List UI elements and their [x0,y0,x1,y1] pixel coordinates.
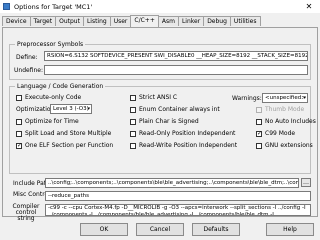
options-dialog: Options for Target 'MC1' ✕ Device Target… [0,0,320,240]
help-button[interactable]: Help [266,223,314,236]
execute-only-box[interactable] [16,94,22,101]
tab-utilities[interactable]: Utilities [229,16,261,26]
strict-ansi-box[interactable] [130,94,136,101]
tab-device[interactable]: Device [2,16,31,26]
tab-asm[interactable]: Asm [157,16,179,26]
c99-mode-box[interactable] [256,130,262,137]
compiler-string-input: -c99 -c --cpu Cortex-M4.fp -D__MICROLIB … [45,204,311,216]
window-title: Options for Target 'MC1' [14,3,93,11]
c99-mode-label: C99 Mode [265,130,296,137]
tab-c-cpp[interactable]: C/C++ [130,15,159,27]
optimization-select[interactable]: Level 3 (-O3) ▾ [50,104,92,114]
tab-debug[interactable]: Debug [203,16,231,26]
no-auto-includes-checkbox[interactable]: No Auto Includes [256,118,316,125]
rw-pi-box[interactable] [130,142,136,149]
language-group-label: Language / Code Generation [15,83,106,90]
no-auto-includes-box[interactable] [256,118,262,125]
thumb-mode-checkbox: Thumb Mode [256,106,304,113]
defaults-button[interactable]: Defaults [192,223,240,236]
title-bar: Options for Target 'MC1' ✕ [0,0,320,13]
tab-user[interactable]: User [109,16,132,26]
include-paths-browse-button[interactable]: … [301,178,311,187]
ro-pi-box[interactable] [130,130,136,137]
undefine-label: Undefine: [14,67,43,74]
language-group: Language / Code Generation Execute-only … [9,83,316,174]
tab-strip: Device Target Output Listing User C/C++ … [2,15,261,27]
ok-button[interactable]: OK [80,223,128,236]
enum-container-box[interactable] [130,106,136,113]
gnu-ext-checkbox[interactable]: GNU extensions [256,142,313,149]
plain-char-checkbox[interactable]: Plain Char is Signed [130,118,199,125]
preprocessor-group-label: Preprocessor Symbols [15,41,86,48]
execute-only-label: Execute-only Code [25,94,82,101]
tab-target[interactable]: Target [29,16,57,26]
c99-mode-checkbox[interactable]: C99 Mode [256,130,295,137]
split-load-box[interactable] [16,130,22,137]
ro-pi-label: Read-Only Position Independent [139,130,236,137]
plain-char-box[interactable] [130,118,136,125]
thumb-mode-label: Thumb Mode [265,106,305,113]
optimization-value: Level 3 (-O3) [53,106,89,112]
optimize-time-label: Optimize for Time [25,118,79,125]
define-label: Define: [16,54,38,61]
one-elf-checkbox[interactable]: One ELF Section per Function [16,142,113,149]
ro-pi-checkbox[interactable]: Read-Only Position Independent [130,130,235,137]
close-icon[interactable]: ✕ [298,0,320,13]
optimize-time-box[interactable] [16,118,22,125]
one-elf-label: One ELF Section per Function [25,142,114,149]
tab-linker[interactable]: Linker [177,16,205,26]
strict-ansi-checkbox[interactable]: Strict ANSI C [130,94,177,101]
tab-output[interactable]: Output [55,16,84,26]
no-auto-includes-label: No Auto Includes [265,118,316,125]
execute-only-checkbox[interactable]: Execute-only Code [16,94,81,101]
undefine-input[interactable] [44,65,308,75]
gnu-ext-label: GNU extensions [265,142,313,149]
warnings-select[interactable]: <unspecified> ▾ [262,93,308,103]
optimize-time-checkbox[interactable]: Optimize for Time [16,118,79,125]
enum-container-checkbox[interactable]: Enum Container always int [130,106,220,113]
misc-controls-input[interactable]: --reduce_paths [45,191,311,201]
enum-container-label: Enum Container always int [139,106,220,113]
thumb-mode-box [256,106,262,113]
chevron-down-icon: ▾ [87,106,90,112]
tab-listing[interactable]: Listing [82,16,111,26]
app-icon [3,3,10,10]
c-cpp-panel: Preprocessor Symbols Define: RSION=6.S13… [2,27,318,222]
cancel-button[interactable]: Cancel [136,223,184,236]
split-load-label: Split Load and Store Multiple [25,130,112,137]
include-paths-input[interactable]: ..\config;..\components;..\components\bl… [45,178,299,188]
gnu-ext-box[interactable] [256,142,262,149]
rw-pi-checkbox[interactable]: Read-Write Position Independent [130,142,237,149]
chevron-down-icon: ▾ [303,95,306,101]
warnings-value: <unspecified> [265,95,306,101]
warnings-label: Warnings: [232,95,262,102]
preprocessor-group: Preprocessor Symbols Define: RSION=6.S13… [9,41,311,80]
split-load-checkbox[interactable]: Split Load and Store Multiple [16,130,111,137]
one-elf-box[interactable] [16,142,22,149]
compiler-string-label: Compiler control string [12,203,40,222]
strict-ansi-label: Strict ANSI C [139,94,178,101]
define-input[interactable]: RSION=6.S132 SOFTDEVICE_PRESENT SWI_DISA… [44,51,308,61]
plain-char-label: Plain Char is Signed [139,118,199,125]
rw-pi-label: Read-Write Position Independent [139,142,238,149]
